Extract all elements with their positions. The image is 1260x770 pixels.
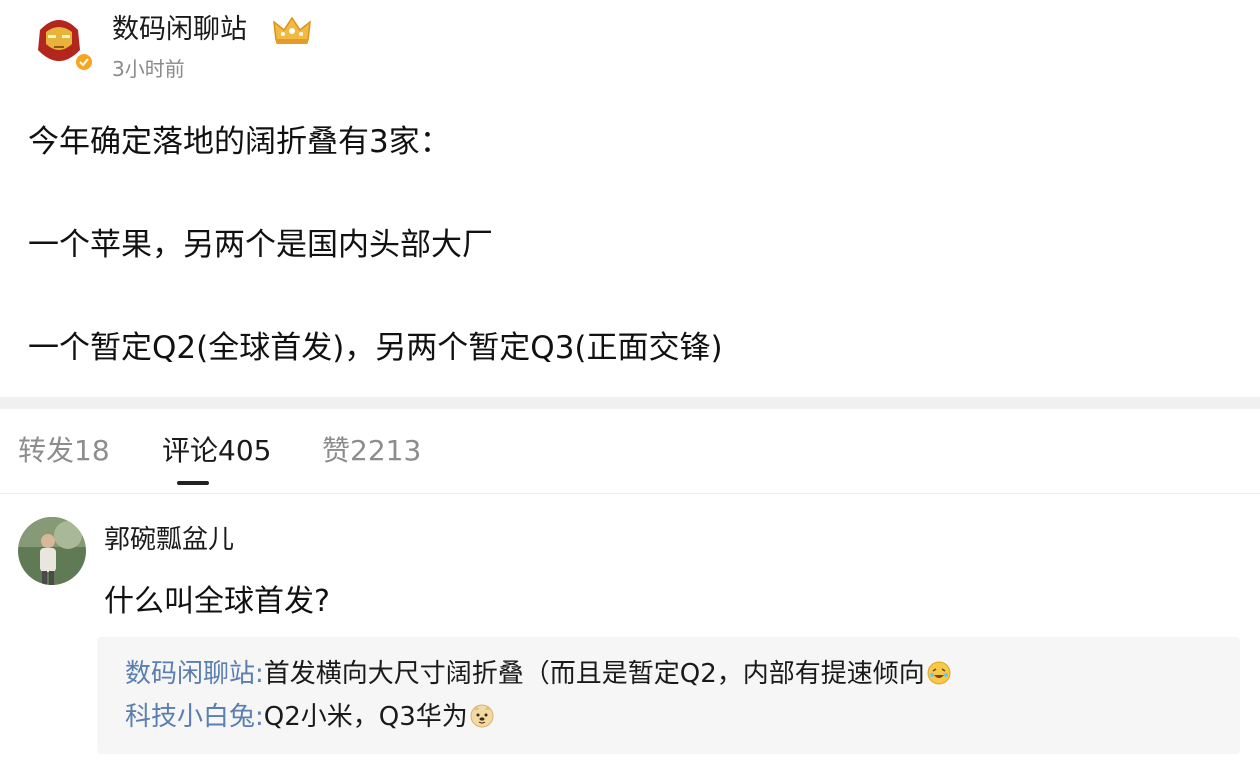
comment-text: 什么叫全球首发? [104, 584, 330, 619]
verified-badge-icon [74, 52, 94, 72]
commenter-name[interactable]: 郭碗瓢盆儿 [104, 522, 234, 558]
reply-text: Q2小米，Q3华为 [263, 702, 468, 732]
reply-text: 首发横向大尺寸阔折叠（而且是暂定Q2，内部有提速倾向 [263, 659, 925, 689]
iron-man-avatar-icon [31, 12, 94, 72]
reply-author[interactable]: 数码闲聊站: [125, 659, 264, 689]
tabs-divider [0, 493, 1260, 494]
person-photo-icon [18, 517, 86, 585]
commenter-avatar[interactable] [18, 517, 86, 585]
post-text-line: 一个暂定Q2(全球首发)，另两个暂定Q3(正面交锋) [28, 330, 723, 366]
reply-item[interactable]: 数码闲聊站:首发横向大尺寸阔折叠（而且是暂定Q2，内部有提速倾向 [125, 656, 951, 692]
active-tab-indicator [177, 481, 209, 485]
reply-item[interactable]: 科技小白兔:Q2小米，Q3华为 [125, 699, 494, 735]
post-text-line: 一个苹果，另两个是国内头部大厂 [28, 227, 493, 263]
section-divider [0, 397, 1260, 409]
doge-emoji-icon [470, 702, 494, 728]
replies-box[interactable] [97, 637, 1240, 754]
author-name[interactable]: 数码闲聊站 [112, 12, 247, 48]
post-timestamp: 3小时前 [112, 57, 185, 81]
lol-emoji-icon [927, 659, 951, 685]
reply-author[interactable]: 科技小白兔: [125, 702, 264, 732]
tab-likes[interactable]: 赞2213 [322, 432, 421, 470]
author-avatar[interactable] [26, 10, 96, 72]
post-text-line: 今年确定落地的阔折叠有3家： [28, 124, 451, 160]
tab-repost[interactable]: 转发18 [18, 432, 110, 470]
crown-icon [271, 14, 313, 46]
tab-comments[interactable]: 评论405 [162, 432, 271, 470]
